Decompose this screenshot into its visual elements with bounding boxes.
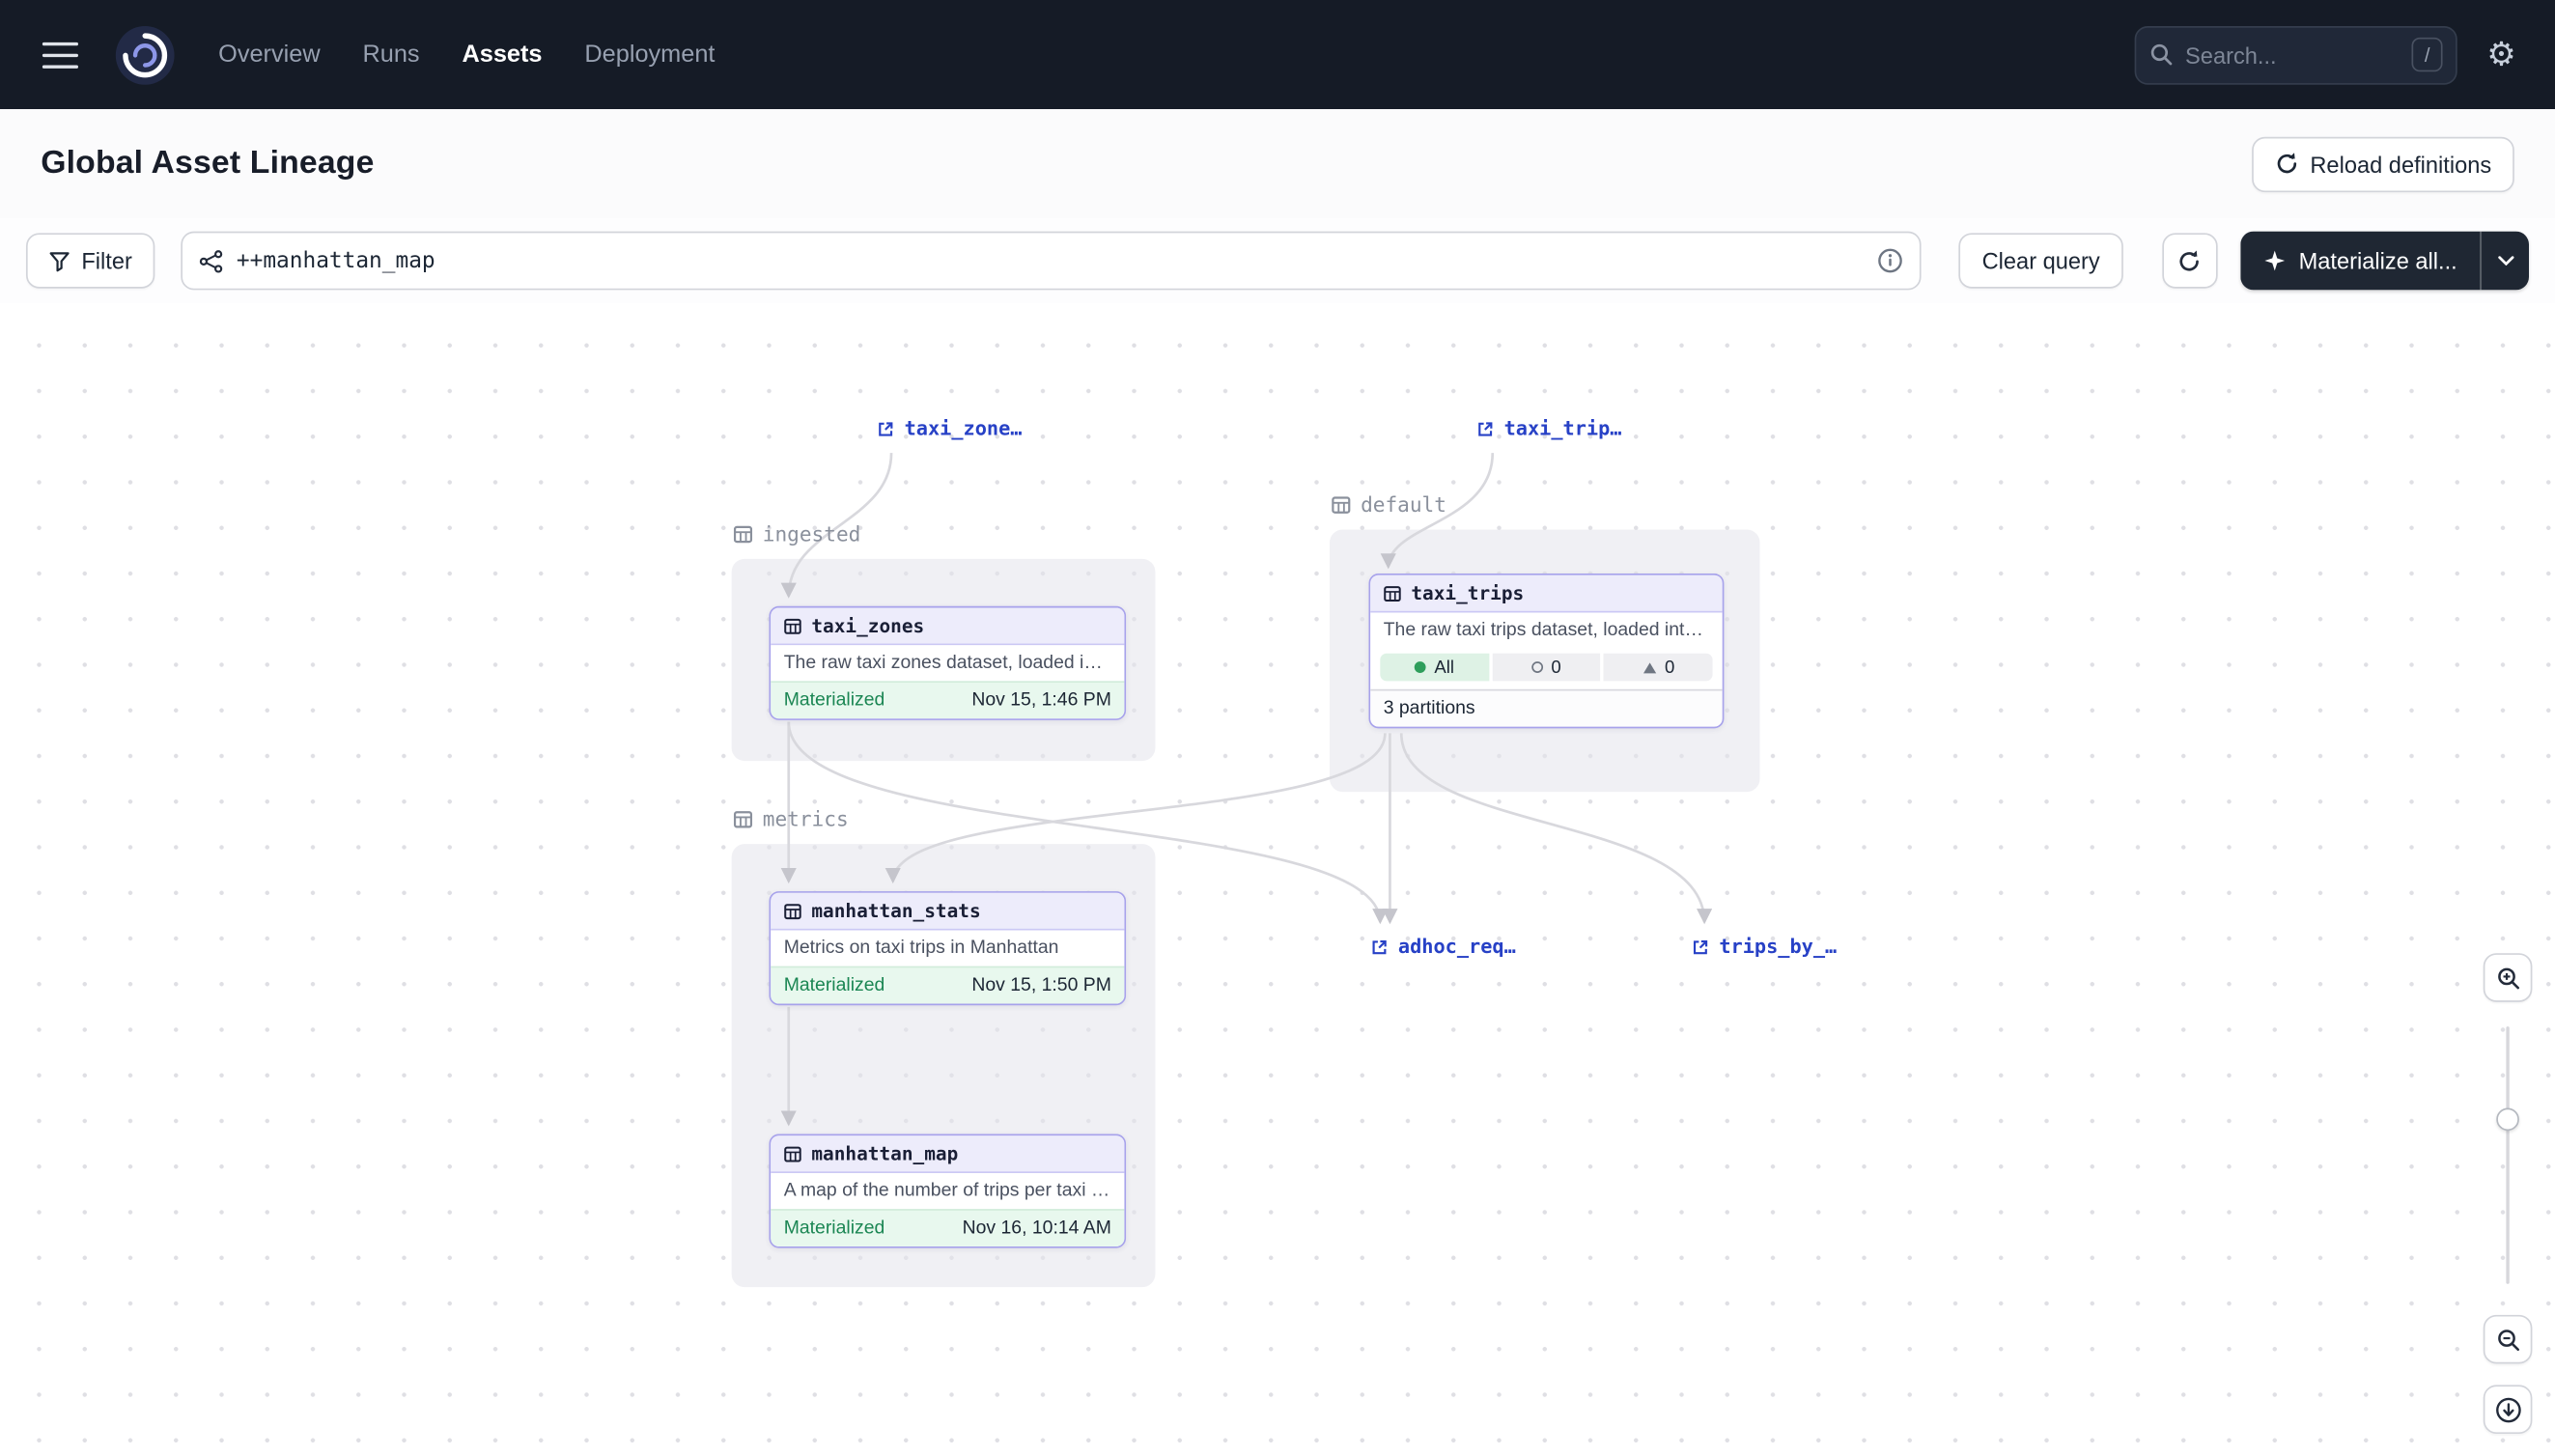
group-label-default[interactable]: default [1332,492,1446,517]
materialize-split-button: Materialize all... [2240,232,2529,291]
reload-definitions-button[interactable]: Reload definitions [2252,136,2514,191]
asset-description: A map of the number of trips per taxi z… [771,1173,1124,1209]
nav-item-runs[interactable]: Runs [362,41,419,69]
search-icon [2149,42,2174,67]
asset-footer: Materialized Nov 16, 10:14 AM [771,1209,1124,1246]
refresh-graph-button[interactable] [2162,233,2217,288]
partition-health-bar: All 0 0 [1370,649,1723,689]
top-nav: Overview Runs Assets Deployment / ⚙ [0,0,2555,109]
group-label-metrics[interactable]: metrics [733,806,848,830]
search-shortcut-key: / [2412,38,2443,71]
partition-count[interactable]: 3 partitions [1370,689,1723,727]
external-link-icon [1692,938,1710,956]
materialized-timestamp: Nov 16, 10:14 AM [963,1218,1111,1238]
asset-description: The raw taxi zones dataset, loaded int… [771,645,1124,681]
circle-outline-icon [1531,661,1543,673]
asset-node-taxi-zones[interactable]: taxi_zones The raw taxi zones dataset, l… [770,606,1127,720]
filter-button[interactable]: Filter [26,233,155,288]
asset-node-header: taxi_trips [1370,575,1723,613]
zoom-slider-track[interactable] [2506,1026,2509,1284]
partition-segment-failed[interactable]: 0 [1604,654,1713,682]
asset-title: taxi_trips [1411,581,1524,604]
table-group-icon [1332,494,1351,514]
green-dot-icon [1415,661,1426,673]
main-nav: Overview Runs Assets Deployment [218,41,715,69]
asset-description: The raw taxi trips dataset, loaded into … [1370,613,1723,649]
nav-item-assets[interactable]: Assets [462,41,542,69]
external-link-icon [1476,420,1495,438]
materialize-all-button[interactable]: Materialize all... [2240,232,2481,291]
external-asset-adhoc-req[interactable]: adhoc_req… [1370,936,1516,959]
materialized-timestamp: Nov 15, 1:50 PM [971,976,1111,995]
info-icon[interactable] [1878,248,1904,274]
search-input[interactable] [2185,42,2401,68]
app-window: Overview Runs Assets Deployment / ⚙ Glob… [0,0,2555,1456]
page-header: Global Asset Lineage Reload definitions [0,109,2555,218]
hamburger-menu-icon[interactable] [42,42,78,68]
lineage-canvas[interactable]: ingested default metrics taxi_zone… taxi… [0,303,2555,1456]
materialized-status: Materialized [784,691,885,711]
asset-title: manhattan_map [811,1142,958,1165]
funnel-icon [49,250,70,271]
asset-footer: Materialized Nov 15, 1:46 PM [771,681,1124,718]
download-view-button[interactable] [2484,1385,2533,1434]
asset-node-manhattan-map[interactable]: manhattan_map A map of the number of tri… [770,1134,1127,1248]
download-circle-icon [2494,1395,2522,1423]
external-link-icon [877,420,895,438]
group-label-ingested[interactable]: ingested [733,521,860,546]
zoom-in-button[interactable] [2484,953,2533,1002]
asset-node-taxi-trips[interactable]: taxi_trips The raw taxi trips dataset, l… [1369,574,1725,728]
nav-item-overview[interactable]: Overview [218,41,320,69]
materialized-status: Materialized [784,1218,885,1238]
asset-query-input[interactable] [237,248,1865,274]
external-asset-taxi-trip[interactable]: taxi_trip… [1476,417,1622,440]
table-group-icon [733,524,752,544]
asset-description: Metrics on taxi trips in Manhattan [771,931,1124,966]
lineage-edges [0,303,2555,1456]
asset-title: manhattan_stats [811,900,980,923]
table-group-icon [733,809,752,828]
partition-segment-missing[interactable]: 0 [1492,654,1601,682]
external-link-icon [1370,938,1389,956]
asset-node-manhattan-stats[interactable]: manhattan_stats Metrics on taxi trips in… [770,891,1127,1005]
chevron-down-icon [2497,256,2513,266]
sparkle-icon [2262,249,2286,272]
refresh-icon [2274,152,2298,176]
gear-icon[interactable]: ⚙ [2486,39,2515,71]
asset-title: taxi_zones [811,614,924,637]
zoom-slider-thumb[interactable] [2496,1108,2519,1132]
asset-footer: Materialized Nov 15, 1:50 PM [771,966,1124,1004]
asset-node-header: taxi_zones [771,607,1124,645]
lineage-toolbar: Filter Clear query [0,218,2555,303]
dagster-logo[interactable] [114,23,176,85]
nav-item-deployment[interactable]: Deployment [584,41,715,69]
materialize-dropdown-caret[interactable] [2480,232,2529,291]
page-title: Global Asset Lineage [41,145,374,182]
materialized-timestamp: Nov 15, 1:46 PM [971,691,1111,711]
table-icon [784,902,802,920]
graph-selector-icon [199,248,223,272]
external-asset-taxi-zone[interactable]: taxi_zone… [877,417,1023,440]
table-icon [784,1144,802,1162]
warning-triangle-icon [1642,660,1656,674]
asset-node-header: manhattan_map [771,1135,1124,1173]
zoom-in-icon [2495,966,2519,990]
materialized-status: Materialized [784,976,885,995]
table-icon [1384,584,1402,602]
clear-query-button[interactable]: Clear query [1959,233,2122,288]
asset-node-header: manhattan_stats [771,893,1124,931]
external-asset-trips-by[interactable]: trips_by_… [1692,936,1838,959]
global-search[interactable]: / [2135,25,2457,84]
zoom-out-icon [2495,1327,2519,1351]
zoom-out-button[interactable] [2484,1315,2533,1364]
partition-segment-all[interactable]: All [1380,654,1489,682]
asset-query-input-box[interactable] [182,232,1923,291]
table-icon [784,617,802,635]
